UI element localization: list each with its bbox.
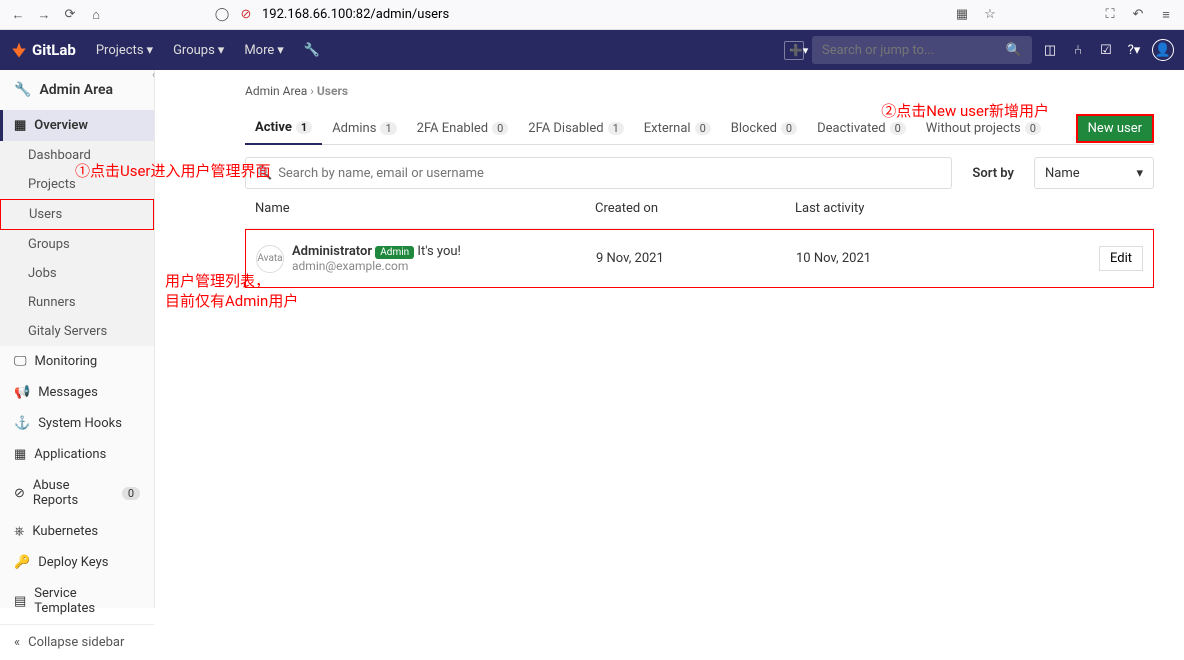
grid-icon: ▦ <box>14 118 26 133</box>
back-icon[interactable]: ← <box>10 7 26 23</box>
crumb-users: Users <box>317 84 348 98</box>
apps-icon: ▦ <box>14 447 26 462</box>
col-created: Created on <box>595 201 795 216</box>
help-icon[interactable]: ?▾ <box>1124 43 1144 58</box>
sidebar-header: 🔧Admin Area <box>0 70 154 110</box>
sidebar-item-deploykeys[interactable]: 🔑Deploy Keys <box>0 547 154 578</box>
monitor-icon: 🖵 <box>14 354 27 369</box>
user-email: admin@example.com <box>292 259 461 273</box>
sidebar-item-messages[interactable]: 📢Messages <box>0 377 154 408</box>
bookmark-icon[interactable]: ☆ <box>982 7 998 23</box>
wrench-icon[interactable]: 🔧 <box>294 43 330 58</box>
sidebar-item-gitaly[interactable]: Gitaly Servers <box>0 317 154 346</box>
sidebar-item-runners[interactable]: Runners <box>0 288 154 317</box>
sidebar-item-monitoring[interactable]: 🖵Monitoring <box>0 346 154 377</box>
table-body: Avata Administrator Admin It's you! admi… <box>245 229 1154 288</box>
annotation-3: 用户管理列表， <box>165 270 270 291</box>
user-name[interactable]: Administrator <box>292 244 372 259</box>
k8s-icon: ⎈ <box>14 524 24 539</box>
sort-select[interactable]: Name▾ <box>1034 157 1154 189</box>
shield-icon[interactable]: ◯ <box>214 7 230 23</box>
gitlab-logo[interactable]: GitLab <box>10 41 76 59</box>
chevron-down-icon: ▾ <box>147 43 154 58</box>
col-activity: Last activity <box>795 201 1144 216</box>
abuse-count-badge: 0 <box>122 487 140 500</box>
tab-active[interactable]: Active1 <box>245 112 322 145</box>
cell-activity: 10 Nov, 2021 <box>796 251 1099 266</box>
url-input[interactable] <box>262 7 944 22</box>
todo-icon[interactable]: ☑ <box>1096 43 1116 58</box>
sidebar-item-k8s[interactable]: ⎈Kubernetes <box>0 516 154 547</box>
its-you-label: It's you! <box>417 244 460 259</box>
menu-icon[interactable]: ≡ <box>1158 7 1174 23</box>
sidebar: ‹ 🔧Admin Area ▦Overview Dashboard Projec… <box>0 70 155 608</box>
sidebar-item-hooks[interactable]: ⚓System Hooks <box>0 408 154 439</box>
admin-badge: Admin <box>375 246 414 259</box>
user-search-field[interactable]: 🔍 <box>245 157 952 189</box>
sidebar-item-groups[interactable]: Groups <box>0 230 154 259</box>
global-search[interactable]: 🔍 <box>812 36 1032 64</box>
template-icon: ▤ <box>14 594 26 609</box>
table-header: Name Created on Last activity <box>245 189 1154 229</box>
collapse-sidebar[interactable]: «Collapse sidebar <box>0 624 154 660</box>
table-row: Avata Administrator Admin It's you! admi… <box>246 230 1153 287</box>
tab-admins[interactable]: Admins1 <box>322 113 406 144</box>
user-tabs: Active1 Admins1 2FA Enabled0 2FA Disable… <box>245 112 1154 145</box>
avatar: Avata <box>256 245 284 273</box>
abuse-icon: ⊘ <box>14 486 25 501</box>
cell-created: 9 Nov, 2021 <box>596 251 796 266</box>
sort-label: Sort by <box>962 157 1024 189</box>
browser-toolbar: ← → ⟳ ⌂ ◯ ⊘ ▦ ☆ ⛶ ↶ ≡ <box>0 0 1184 30</box>
annotation-4: 目前仅有Admin用户 <box>165 290 298 311</box>
col-name: Name <box>255 201 595 216</box>
gitlab-top-nav: GitLab Projects▾ Groups▾ More▾ 🔧 ➕▾ 🔍 ◫ … <box>0 30 1184 70</box>
undo-icon[interactable]: ↶ <box>1130 7 1146 23</box>
qr-icon[interactable]: ▦ <box>954 7 970 23</box>
edit-button[interactable]: Edit <box>1099 246 1143 271</box>
mr-icon[interactable]: ⑃ <box>1068 43 1088 58</box>
forward-icon[interactable]: → <box>36 7 52 23</box>
sidebar-item-overview[interactable]: ▦Overview <box>0 110 154 141</box>
user-search-input[interactable] <box>278 166 941 181</box>
sidebar-item-abuse[interactable]: ⊘Abuse Reports0 <box>0 470 154 516</box>
hook-icon: ⚓ <box>14 416 30 431</box>
issues-icon[interactable]: ◫ <box>1040 43 1060 58</box>
avatar[interactable]: 👤 <box>1152 39 1174 61</box>
collapse-icon: « <box>14 635 20 650</box>
key-icon: 🔑 <box>14 555 30 570</box>
tab-blocked[interactable]: Blocked0 <box>721 113 807 144</box>
reload-icon[interactable]: ⟳ <box>62 7 78 23</box>
breadcrumb: Admin Area › Users <box>245 84 1154 98</box>
home-icon[interactable]: ⌂ <box>88 7 104 23</box>
chevron-down-icon: ▾ <box>218 43 225 58</box>
main-content: Admin Area › Users Active1 Admins1 2FA E… <box>155 70 1184 608</box>
crumb-admin[interactable]: Admin Area <box>245 84 307 98</box>
nav-more[interactable]: More▾ <box>234 43 293 58</box>
wrench-icon: 🔧 <box>14 82 31 98</box>
annotation-2: ②点击New user新增用户 <box>881 100 1049 121</box>
nav-groups[interactable]: Groups▾ <box>163 43 234 58</box>
global-search-input[interactable] <box>822 43 1006 58</box>
tab-external[interactable]: External0 <box>634 113 721 144</box>
search-icon: 🔍 <box>1006 43 1022 58</box>
nav-projects[interactable]: Projects▾ <box>86 43 163 58</box>
tab-2fa-enabled[interactable]: 2FA Enabled0 <box>407 113 519 144</box>
chevron-down-icon: ▾ <box>277 43 284 58</box>
crop-icon[interactable]: ⛶ <box>1102 7 1118 23</box>
sidebar-item-jobs[interactable]: Jobs <box>0 259 154 288</box>
megaphone-icon: 📢 <box>14 385 30 400</box>
tab-2fa-disabled[interactable]: 2FA Disabled1 <box>518 113 633 144</box>
annotation-1: ①点击User进入用户管理界面 <box>75 160 271 181</box>
lock-icon[interactable]: ⊘ <box>238 7 254 23</box>
sidebar-item-apps[interactable]: ▦Applications <box>0 439 154 470</box>
plus-icon[interactable]: ➕▾ <box>784 41 804 60</box>
chevron-down-icon: ▾ <box>1136 166 1143 181</box>
sidebar-item-users[interactable]: Users <box>0 199 154 230</box>
sidebar-item-templates[interactable]: ▤Service Templates <box>0 578 154 624</box>
new-user-button[interactable]: New user <box>1076 114 1154 143</box>
